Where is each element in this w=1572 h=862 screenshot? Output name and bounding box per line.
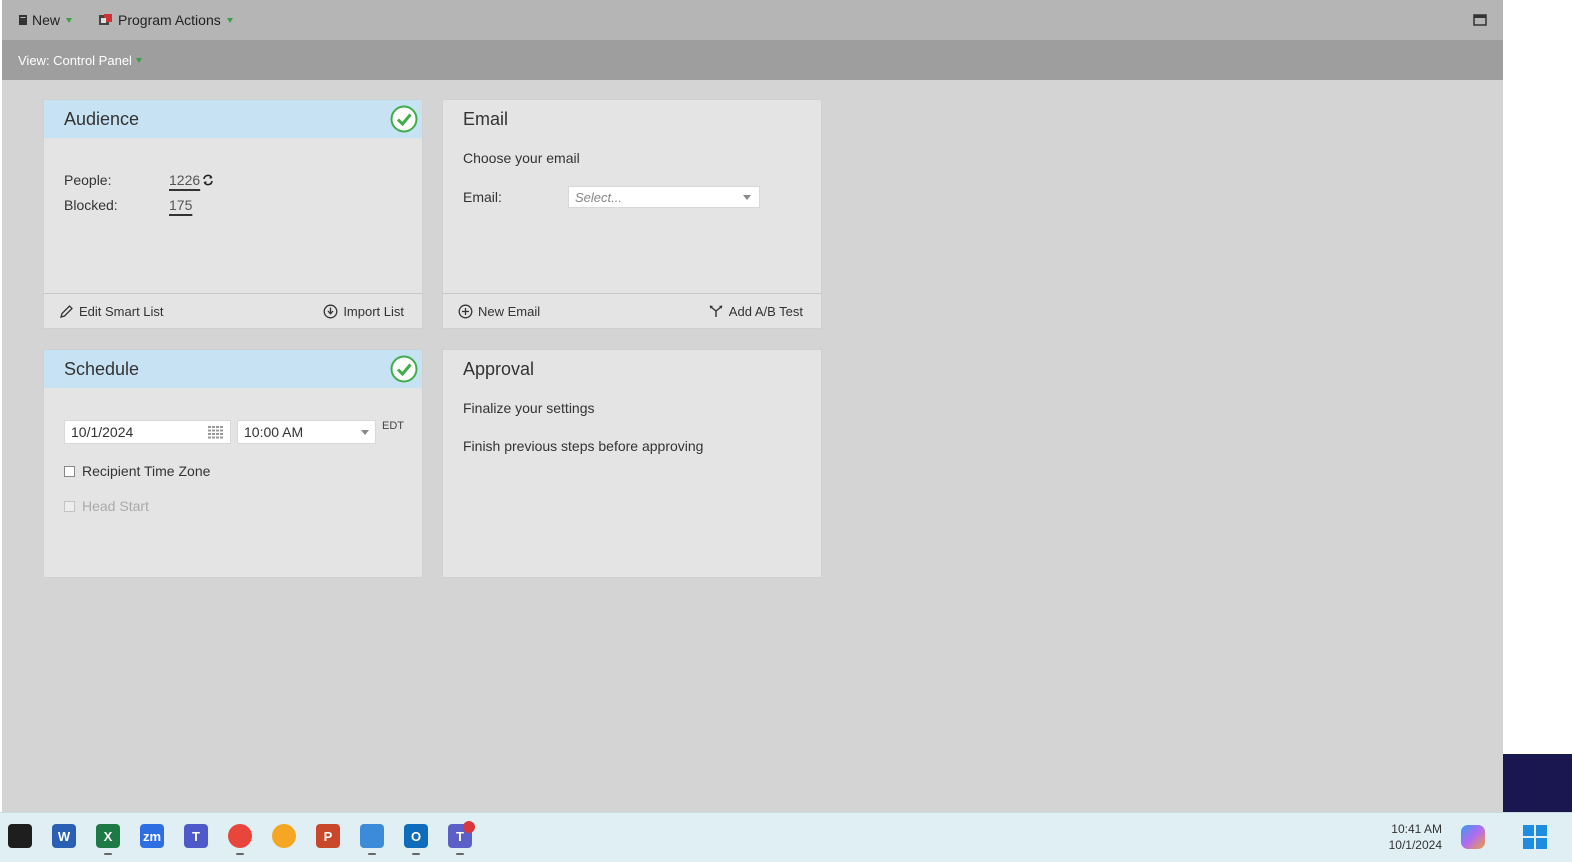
- people-count-link[interactable]: 1226: [169, 172, 200, 188]
- checkmark-icon: [390, 355, 418, 383]
- audience-card: Audience People: 1226 Blocked: 175 Edit …: [43, 99, 423, 329]
- chevron-down-icon: [361, 429, 369, 435]
- email-select[interactable]: Select...: [568, 186, 760, 208]
- audience-card-header: Audience: [44, 100, 422, 138]
- program-actions-label: Program Actions: [118, 12, 221, 28]
- audience-card-footer: Edit Smart List Import List: [44, 293, 422, 328]
- recipient-time-zone-label: Recipient Time Zone: [82, 463, 211, 479]
- teams-icon[interactable]: T: [184, 824, 208, 848]
- blocked-count-link[interactable]: 175: [169, 197, 192, 213]
- view-label: View: Control Panel: [18, 52, 132, 68]
- date-input[interactable]: 10/1/2024: [64, 420, 231, 444]
- email-select-placeholder: Select...: [575, 189, 622, 205]
- new-menu-label: New: [32, 12, 61, 28]
- new-email-label: New Email: [478, 303, 541, 319]
- system-clock[interactable]: 10:41 AM 10/1/2024: [1389, 821, 1442, 853]
- email-field-label: Email:: [463, 189, 502, 205]
- recipient-time-zone-option: Recipient Time Zone: [64, 463, 210, 479]
- calendar-icon[interactable]: [208, 425, 224, 439]
- view-selector[interactable]: View: Control Panel: [18, 53, 142, 68]
- add-ab-test-button[interactable]: Add A/B Test: [708, 304, 803, 319]
- start-tile: [1536, 825, 1547, 836]
- zoom-icon[interactable]: zm: [140, 824, 164, 848]
- schedule-card: Schedule 10/1/2024 10:00 AM EDT Recipien…: [43, 349, 423, 578]
- copilot-icon[interactable]: [1461, 825, 1485, 849]
- add-ab-test-label: Add A/B Test: [728, 303, 803, 319]
- new-menu-button[interactable]: New: [18, 12, 73, 28]
- import-icon: [323, 304, 338, 318]
- acrobat-icon[interactable]: [8, 824, 32, 848]
- blocked-label: Blocked:: [64, 197, 118, 213]
- email-card: Email Choose your email Email: Select...…: [442, 99, 822, 329]
- import-list-button[interactable]: Import List: [323, 304, 404, 319]
- approval-card-header: Approval: [443, 350, 821, 388]
- edit-smart-list-label: Edit Smart List: [79, 303, 164, 319]
- pencil-icon: [60, 304, 73, 318]
- start-tile: [1523, 838, 1534, 849]
- email-title: Email: [463, 108, 509, 129]
- plus-circle-icon: [458, 304, 473, 318]
- date-value: 10/1/2024: [71, 424, 134, 440]
- notification-badge-icon: [463, 821, 475, 833]
- background-window-fragment: [1503, 754, 1572, 812]
- approval-card: Approval Finalize your settings Finish p…: [442, 349, 822, 578]
- email-subtitle: Choose your email: [463, 150, 580, 166]
- audience-title: Audience: [64, 108, 140, 129]
- program-actions-icon: [98, 13, 114, 27]
- running-indicator: [412, 853, 420, 855]
- approval-line-2: Finish previous steps before approving: [463, 438, 704, 454]
- chrome-icon[interactable]: [228, 824, 252, 848]
- email-card-header: Email: [443, 100, 821, 138]
- running-indicator: [236, 853, 244, 855]
- timezone-label: EDT: [382, 420, 404, 432]
- time-value: 10:00 AM: [244, 424, 304, 440]
- split-icon: [709, 305, 723, 317]
- schedule-title: Schedule: [64, 358, 140, 379]
- import-list-label: Import List: [343, 303, 404, 319]
- edge-canary-icon[interactable]: [272, 824, 296, 848]
- chevron-down-icon: [226, 17, 233, 23]
- clock-date: 10/1/2024: [1388, 838, 1442, 852]
- windows-taskbar: W Xzm T P O T 10:41 AM 10/1/2024: [0, 812, 1572, 862]
- top-toolbar: New Program Actions: [2, 0, 1503, 40]
- snipping-tool-icon[interactable]: [360, 824, 384, 848]
- chevron-down-icon: [66, 17, 73, 23]
- people-label: People:: [64, 172, 112, 188]
- approval-line-1: Finalize your settings: [463, 400, 595, 416]
- refresh-icon[interactable]: [202, 174, 214, 186]
- program-actions-button[interactable]: Program Actions: [98, 12, 233, 28]
- start-tile: [1523, 825, 1534, 836]
- checkmark-icon: [390, 105, 418, 133]
- word-icon[interactable]: W: [52, 824, 76, 848]
- email-card-footer: New Email Add A/B Test: [443, 293, 821, 328]
- clock-time: 10:41 AM: [1391, 822, 1442, 836]
- outlook-icon[interactable]: O: [404, 824, 428, 848]
- schedule-card-header: Schedule: [44, 350, 422, 388]
- running-indicator: [456, 853, 464, 855]
- running-indicator: [368, 853, 376, 855]
- start-icon[interactable]: [1523, 825, 1547, 849]
- chevron-down-icon: [743, 194, 751, 200]
- excel-icon[interactable]: X: [96, 824, 120, 848]
- running-indicator: [104, 853, 112, 855]
- edit-smart-list-button[interactable]: Edit Smart List: [59, 304, 164, 319]
- marketing-app-window: New Program Actions View: Control Panel …: [2, 0, 1503, 812]
- head-start-option: Head Start: [64, 498, 149, 514]
- head-start-label: Head Start: [82, 498, 149, 514]
- approval-title: Approval: [463, 358, 535, 379]
- powerpoint-icon[interactable]: P: [316, 824, 340, 848]
- maximize-icon[interactable]: [1473, 13, 1487, 26]
- new-email-button[interactable]: New Email: [458, 304, 540, 319]
- recipient-time-zone-checkbox[interactable]: [64, 465, 75, 477]
- head-start-checkbox: [64, 500, 75, 512]
- view-bar: View: Control Panel: [2, 40, 1503, 80]
- chevron-down-icon: [135, 57, 142, 63]
- time-select[interactable]: 10:00 AM: [237, 420, 376, 444]
- new-icon: [18, 14, 28, 26]
- start-tile: [1536, 838, 1547, 849]
